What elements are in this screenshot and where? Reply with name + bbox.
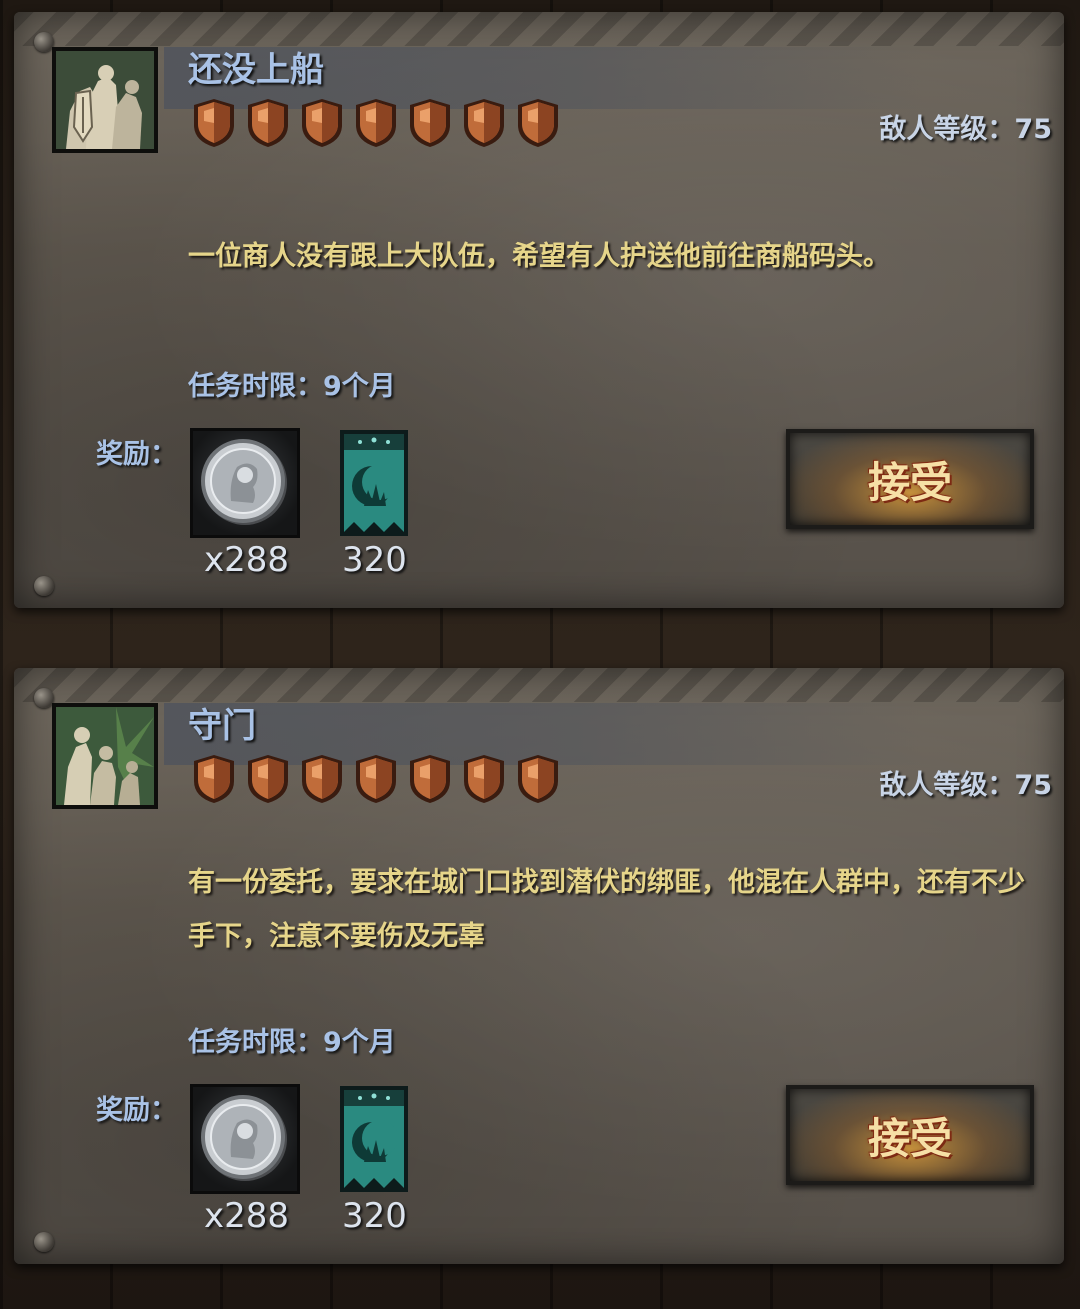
shield-icon — [514, 97, 562, 149]
quest-description: 有一份委托，要求在城门口找到潜伏的绑匪，他混在人群中，还有不少手下，注意不要伤及… — [188, 867, 1025, 952]
time-limit: 任务时限：9个月 — [188, 1027, 396, 1058]
shield-icon — [298, 753, 346, 805]
enemy-level: 敌人等级：75 — [879, 114, 1052, 145]
reward-amount: x288 — [204, 540, 290, 580]
shield-icon — [298, 97, 346, 149]
quest-title: 守门 — [188, 706, 256, 746]
rivet-icon — [34, 1232, 54, 1252]
ambush-party-icon — [52, 703, 158, 809]
reward-label: 奖励： — [96, 1095, 177, 1126]
difficulty-shields — [190, 753, 562, 805]
accept-button[interactable]: 接受 — [786, 1085, 1034, 1185]
moon-banner-icon — [340, 430, 408, 536]
reward-amount: 320 — [342, 1196, 407, 1236]
moon-banner-icon — [340, 1086, 408, 1192]
shield-icon — [352, 753, 400, 805]
silver-coin-icon — [190, 428, 300, 538]
reward-label: 奖励： — [96, 439, 177, 470]
rivet-icon — [34, 576, 54, 596]
quest-description: 一位商人没有跟上大队伍，希望有人护送他前往商船码头。 — [188, 241, 890, 272]
accept-label: 接受 — [867, 457, 952, 507]
knight-party-icon — [52, 47, 158, 153]
reward-amount: 320 — [342, 540, 407, 580]
quest-card: 守门 敌人等级：75 有一份委托，要求在城门口找到潜伏的绑匪，他混在人群中，还有… — [14, 668, 1064, 1264]
shield-icon — [244, 97, 292, 149]
rivet-icon — [34, 32, 54, 52]
quest-card: 还没上船 敌人等级：75 一位商人没有跟上大队伍，希望有人护送他前往商船码头。 … — [14, 12, 1064, 608]
shield-icon — [460, 753, 508, 805]
time-limit: 任务时限：9个月 — [188, 371, 396, 402]
accept-button[interactable]: 接受 — [786, 429, 1034, 529]
shield-icon — [460, 97, 508, 149]
shield-icon — [406, 753, 454, 805]
shield-icon — [514, 753, 562, 805]
shield-icon — [406, 97, 454, 149]
difficulty-shields — [190, 97, 562, 149]
reward-amount: x288 — [204, 1196, 290, 1236]
enemy-level: 敌人等级：75 — [879, 770, 1052, 801]
shield-icon — [352, 97, 400, 149]
shield-icon — [244, 753, 292, 805]
silver-coin-icon — [190, 1084, 300, 1194]
shield-icon — [190, 97, 238, 149]
quest-title: 还没上船 — [188, 50, 324, 90]
rivet-icon — [34, 688, 54, 708]
accept-label: 接受 — [867, 1113, 952, 1163]
shield-icon — [190, 753, 238, 805]
